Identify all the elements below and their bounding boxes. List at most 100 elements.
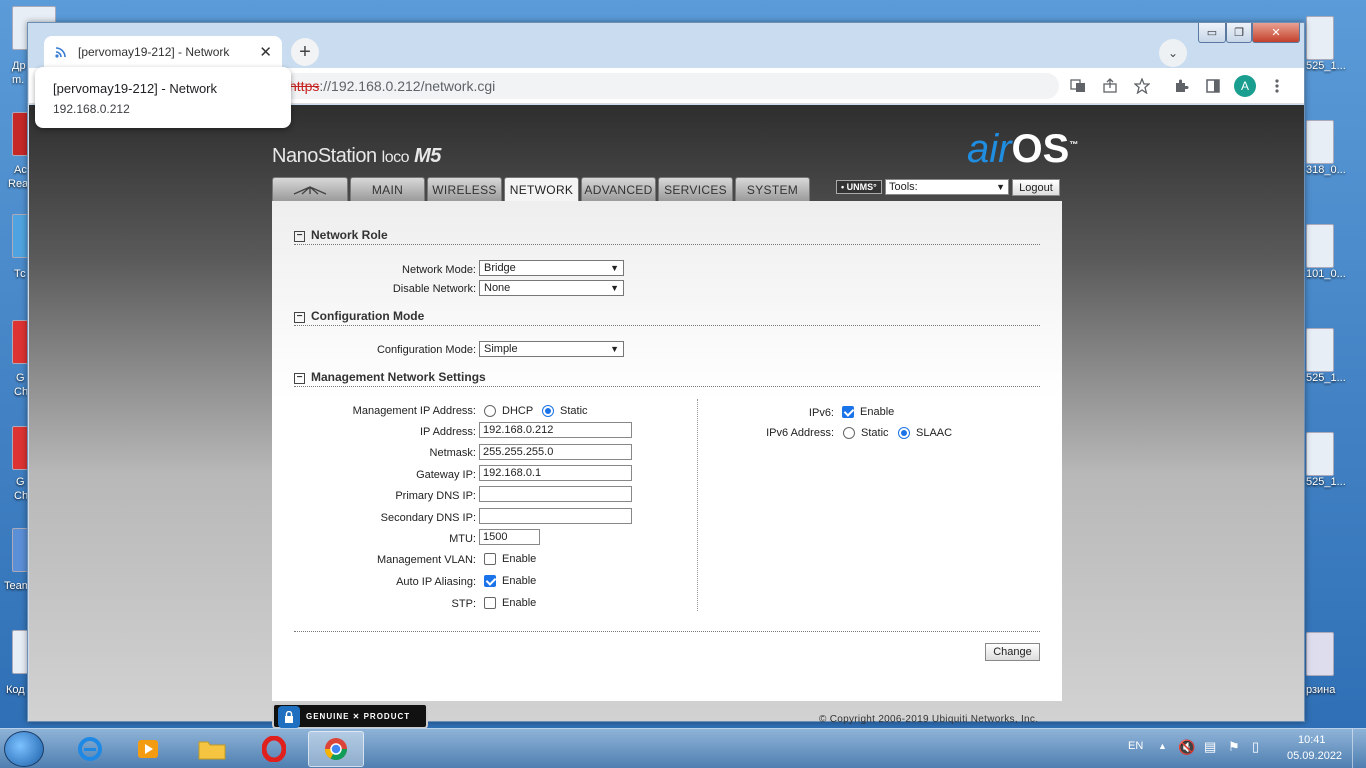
desktop-label: 101_0... — [1306, 268, 1346, 280]
action-center-flag-icon[interactable]: ⚑ — [1228, 739, 1240, 755]
genuine-product-text: GENUINE ✕ PRODUCT — [306, 711, 411, 721]
primary-dns-input[interactable] — [479, 486, 632, 502]
copyright-text: © Copyright 2006-2019 Ubiquiti Networks,… — [819, 714, 1039, 725]
netmask-input[interactable]: 255.255.255.0 — [479, 444, 632, 460]
extensions-icon[interactable] — [1172, 77, 1190, 95]
share-icon[interactable] — [1101, 77, 1119, 95]
dhcp-radio[interactable] — [484, 405, 496, 417]
side-panel-icon[interactable] — [1204, 77, 1222, 95]
enable-label: Enable — [502, 597, 537, 609]
chrome-icon[interactable] — [308, 731, 364, 767]
clock-date[interactable]: 05.09.2022 — [1287, 750, 1342, 762]
restore-button[interactable]: ❐ — [1226, 23, 1252, 43]
tab-wireless[interactable]: WIRELESS — [427, 177, 502, 201]
speaker-muted-icon[interactable]: 🔇 — [1178, 739, 1195, 756]
tab-services[interactable]: SERVICES — [658, 177, 733, 201]
static-radio[interactable] — [542, 405, 554, 417]
chevron-down-icon: ▼ — [610, 283, 619, 293]
image-file-icon[interactable] — [1306, 16, 1334, 60]
collapse-icon[interactable]: − — [294, 231, 305, 242]
desktop-label: Тс — [14, 268, 26, 280]
netmask-label: Netmask: — [429, 447, 476, 459]
change-button[interactable]: Change — [985, 643, 1040, 661]
desktop-label: Код — [6, 684, 25, 696]
kebab-menu-icon[interactable] — [1268, 77, 1286, 95]
new-tab-button[interactable]: + — [291, 38, 319, 66]
tools-select[interactable]: Tools: ▼ — [885, 179, 1009, 195]
bookmark-star-icon[interactable] — [1133, 77, 1151, 95]
configuration-mode-select[interactable]: Simple ▼ — [479, 341, 624, 357]
tab-advanced[interactable]: ADVANCED — [581, 177, 656, 201]
static-option[interactable]: Static — [542, 405, 588, 417]
file-explorer-icon[interactable] — [184, 731, 240, 767]
disable-network-select[interactable]: None ▼ — [479, 280, 624, 296]
dhcp-option[interactable]: DHCP — [484, 405, 533, 417]
network-icon[interactable]: ▤ — [1204, 739, 1216, 755]
ipv6-static-option[interactable]: Static — [843, 427, 889, 439]
image-file-icon[interactable] — [1306, 224, 1334, 268]
tab-search-button[interactable]: ⌄ — [1159, 39, 1187, 67]
taskbar: EN ▲ 🔇 ▤ ⚑ ▯ 10:41 05.09.2022 — [0, 728, 1366, 768]
management-vlan-label: Management VLAN: — [376, 554, 476, 566]
hover-card-url: 192.168.0.212 — [53, 102, 130, 116]
power-icon[interactable]: ▯ — [1252, 739, 1259, 755]
gateway-input[interactable]: 192.168.0.1 — [479, 465, 632, 481]
auto-ip-aliasing-label: Auto IP Aliasing: — [396, 576, 476, 588]
mtu-label: MTU: — [449, 533, 476, 545]
stp-option[interactable]: Enable — [484, 597, 536, 609]
minimize-button[interactable]: ▭ — [1198, 23, 1226, 43]
url-host: ://192.168.0.212 — [319, 78, 421, 94]
tab-logo[interactable] — [272, 177, 348, 201]
tab-network[interactable]: NETWORK — [504, 177, 579, 201]
chevron-down-icon: ▼ — [996, 182, 1005, 192]
configuration-mode-value: Simple — [484, 343, 518, 355]
secondary-dns-input[interactable] — [479, 508, 632, 524]
language-indicator[interactable]: EN — [1128, 740, 1143, 752]
collapse-icon[interactable]: − — [294, 373, 305, 384]
opera-icon[interactable] — [246, 731, 302, 767]
desktop-label: рзина — [1306, 684, 1336, 696]
auto-ip-aliasing-option[interactable]: Enable — [484, 575, 536, 587]
show-desktop-button[interactable] — [1352, 729, 1366, 768]
address-bar[interactable]: https ://192.168.0.212 /network.cgi — [279, 73, 1059, 99]
ipv6-enable-option[interactable]: Enable — [842, 406, 894, 418]
browser-tab[interactable]: [pervomay19-212] - Network ✕ — [44, 36, 282, 68]
stp-checkbox[interactable] — [484, 597, 496, 609]
disable-network-label: Disable Network: — [392, 283, 476, 295]
media-player-icon[interactable] — [120, 731, 176, 767]
section-title: Configuration Mode — [311, 309, 425, 323]
management-vlan-checkbox[interactable] — [484, 553, 496, 565]
recycle-bin-icon[interactable] — [1306, 632, 1334, 676]
ipv6-checkbox[interactable] — [842, 406, 854, 418]
ip-address-input[interactable]: 192.168.0.212 — [479, 422, 632, 438]
unms-badge[interactable]: • UNMS° — [836, 180, 882, 194]
tab-close-icon[interactable]: ✕ — [259, 43, 272, 61]
logout-button[interactable]: Logout — [1012, 179, 1060, 196]
ipv6-slaac-radio[interactable] — [898, 427, 910, 439]
management-vlan-option[interactable]: Enable — [484, 553, 536, 565]
main-nav: MAIN WIRELESS NETWORK ADVANCED SERVICES … — [272, 177, 810, 201]
translate-icon[interactable] — [1069, 77, 1087, 95]
show-hidden-icons-icon[interactable]: ▲ — [1158, 741, 1167, 751]
image-file-icon[interactable] — [1306, 120, 1334, 164]
ipv6-slaac-option[interactable]: SLAAC — [898, 427, 952, 439]
start-button[interactable] — [4, 731, 44, 767]
image-file-icon[interactable] — [1306, 328, 1334, 372]
network-mode-label: Network Mode: — [402, 264, 476, 276]
collapse-icon[interactable]: − — [294, 312, 305, 323]
profile-avatar[interactable]: A — [1234, 75, 1256, 97]
mtu-input[interactable]: 1500 — [479, 529, 540, 545]
chevron-down-icon: ▼ — [610, 344, 619, 354]
ipv6-static-radio[interactable] — [843, 427, 855, 439]
desktop-label: 525_1... — [1306, 60, 1346, 72]
clock-time[interactable]: 10:41 — [1298, 734, 1326, 746]
image-file-icon[interactable] — [1306, 432, 1334, 476]
auto-ip-aliasing-checkbox[interactable] — [484, 575, 496, 587]
network-mode-select[interactable]: Bridge ▼ — [479, 260, 624, 276]
tab-system[interactable]: SYSTEM — [735, 177, 810, 201]
ipv6-static-label: Static — [861, 427, 889, 439]
internet-explorer-icon[interactable] — [62, 731, 118, 767]
close-window-button[interactable]: ✕ — [1252, 23, 1300, 43]
tab-main[interactable]: MAIN — [350, 177, 425, 201]
enable-label: Enable — [502, 553, 537, 565]
